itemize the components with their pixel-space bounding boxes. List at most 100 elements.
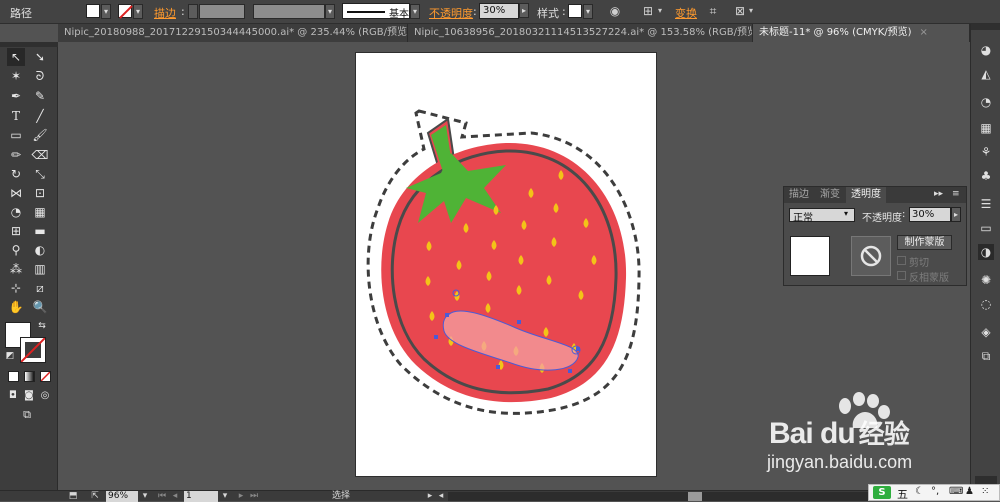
last-artboard-icon[interactable]: ⏭ bbox=[249, 491, 259, 502]
free-transform-tool-icon[interactable]: ⊡ bbox=[31, 184, 49, 202]
moon-icon[interactable]: ☾ bbox=[915, 486, 924, 497]
column-graph-tool-icon[interactable]: ▥ bbox=[31, 260, 49, 278]
blend-mode-select[interactable]: 正常 ▾ bbox=[789, 208, 855, 224]
swatches-panel-icon[interactable]: ▦ bbox=[978, 120, 994, 136]
artboard-dropdown-icon[interactable]: ▾ bbox=[220, 491, 230, 502]
next-artboard-icon[interactable]: ▸ bbox=[236, 491, 246, 502]
align-icon[interactable]: ⊞ bbox=[640, 4, 656, 19]
slice-tool-icon[interactable]: ⧄ bbox=[31, 279, 49, 297]
keyboard-icon[interactable]: ⌨ bbox=[949, 486, 963, 497]
opacity-dropdown-arrow[interactable]: ▸ bbox=[519, 3, 529, 18]
ime-mode-label[interactable]: 五 bbox=[897, 486, 908, 502]
mask-thumbnail[interactable] bbox=[851, 236, 891, 276]
appearance-panel-icon[interactable]: ◔ bbox=[978, 94, 994, 110]
symbol-sprayer-tool-icon[interactable]: ⁂ bbox=[7, 260, 25, 278]
mesh-tool-icon[interactable]: ⊞ bbox=[7, 222, 25, 240]
fill-swatch[interactable] bbox=[86, 4, 100, 18]
symbols-panel-icon[interactable]: ♣ bbox=[978, 168, 994, 184]
prev-artboard-icon[interactable]: ◂ bbox=[170, 491, 180, 502]
pen-tool-icon[interactable]: ✒ bbox=[7, 87, 25, 105]
recolor-artwork-icon[interactable]: ◉ bbox=[607, 4, 623, 19]
arrange-dropdown-icon[interactable]: ▾ bbox=[746, 4, 756, 19]
scrollbar-thumb[interactable] bbox=[688, 492, 702, 501]
tab-stroke[interactable]: 描边 bbox=[784, 187, 814, 203]
isolate-icon[interactable]: ⌗ bbox=[705, 4, 721, 19]
zoom-dropdown-icon[interactable]: ▾ bbox=[140, 491, 150, 502]
layers-panel-icon[interactable]: ◈ bbox=[978, 324, 994, 340]
artboard-number-field[interactable]: 1 bbox=[184, 491, 218, 502]
opacity-dropdown-arrow[interactable]: ▸ bbox=[951, 207, 961, 222]
opacity-label[interactable]: 不透明度 bbox=[429, 5, 473, 21]
artboards-panel-icon[interactable]: ⧉ bbox=[978, 348, 994, 364]
make-mask-button[interactable]: 制作蒙版 bbox=[897, 235, 952, 250]
zoom-field[interactable]: 96% bbox=[106, 491, 138, 502]
status-menu-icon[interactable]: ▸ bbox=[425, 491, 435, 502]
scale-tool-icon[interactable]: ⤡ bbox=[31, 165, 49, 183]
rotate-tool-icon[interactable]: ↻ bbox=[7, 165, 25, 183]
tab-gradient[interactable]: 渐变 bbox=[815, 187, 845, 203]
scroll-left-icon[interactable]: ◂ bbox=[436, 491, 446, 502]
artboard-nav-icon[interactable]: ⬒ bbox=[66, 491, 80, 502]
gradient-panel-icon[interactable]: ▭ bbox=[978, 220, 994, 236]
tab-document-2[interactable]: Nipic_10638956_20180321114513527224.ai* … bbox=[408, 24, 753, 42]
none-mode-icon[interactable] bbox=[40, 371, 51, 382]
tab-transparency[interactable]: 透明度 bbox=[846, 187, 886, 203]
strawberry-artwork[interactable] bbox=[356, 53, 656, 476]
default-colors-icon[interactable]: ◩ bbox=[4, 350, 16, 362]
stroke-dropdown-arrow[interactable]: ▾ bbox=[133, 4, 143, 19]
rectangle-tool-icon[interactable]: ▭ bbox=[7, 126, 25, 144]
transparency-panel-icon[interactable]: ◑ bbox=[978, 244, 994, 260]
brushes-panel-icon[interactable]: ⚘ bbox=[978, 144, 994, 160]
perspective-grid-tool-icon[interactable]: ▦ bbox=[31, 203, 49, 221]
opacity-input[interactable]: 30% bbox=[909, 207, 951, 222]
invert-mask-checkbox[interactable] bbox=[897, 271, 906, 280]
graphic-styles-icon[interactable]: ◌ bbox=[978, 296, 994, 312]
lasso-tool-icon[interactable]: ᘐ bbox=[31, 67, 49, 85]
stroke-weight-field[interactable] bbox=[199, 4, 245, 19]
draw-normal-icon[interactable]: ◘ bbox=[6, 389, 20, 403]
curvature-tool-icon[interactable]: ✎ bbox=[31, 87, 49, 105]
object-thumbnail[interactable] bbox=[790, 236, 830, 276]
line-segment-tool-icon[interactable]: ╱ bbox=[31, 107, 49, 125]
screen-mode-icon[interactable]: ⧉ bbox=[18, 408, 36, 422]
first-artboard-icon[interactable]: ⏮ bbox=[157, 491, 167, 502]
collapse-icon[interactable]: ▸▸ bbox=[934, 189, 943, 199]
stroke-label[interactable]: 描边 bbox=[154, 5, 176, 21]
clip-checkbox[interactable] bbox=[897, 256, 906, 265]
artboard-tool-icon[interactable]: ⊹ bbox=[7, 279, 25, 297]
export-icon[interactable]: ⇱ bbox=[88, 491, 102, 502]
direct-selection-tool-icon[interactable]: ➘ bbox=[31, 48, 49, 66]
blend-tool-icon[interactable]: ◐ bbox=[31, 241, 49, 259]
hand-tool-icon[interactable]: ✋ bbox=[7, 298, 25, 316]
close-icon[interactable]: × bbox=[920, 27, 928, 38]
selection-tool-icon[interactable]: ↖ bbox=[7, 48, 25, 66]
transform-label[interactable]: 变换 bbox=[675, 5, 697, 21]
pencil-tool-icon[interactable]: ✏ bbox=[7, 146, 25, 164]
brush-definition[interactable]: 基本 bbox=[342, 3, 410, 20]
stroke-swatch[interactable] bbox=[118, 4, 133, 19]
style-dropdown-arrow[interactable]: ▾ bbox=[583, 4, 593, 19]
panel-menu-icon[interactable]: ≡ bbox=[952, 189, 960, 199]
fill-dropdown-arrow[interactable]: ▾ bbox=[101, 4, 111, 19]
ime-logo-icon[interactable]: S bbox=[873, 486, 891, 499]
magic-wand-tool-icon[interactable]: ✶ bbox=[7, 67, 25, 85]
tab-document-1[interactable]: Nipic_20180988_20171229150344445000.ai* … bbox=[58, 24, 408, 42]
profile-dropdown-arrow[interactable]: ▾ bbox=[325, 4, 335, 19]
draw-behind-icon[interactable]: ◙ bbox=[22, 389, 36, 403]
paintbrush-tool-icon[interactable]: 🖌 bbox=[31, 126, 49, 144]
shape-builder-tool-icon[interactable]: ◔ bbox=[7, 203, 25, 221]
grid-icon[interactable]: ⁙ bbox=[981, 486, 989, 497]
color-mode-icon[interactable] bbox=[8, 371, 19, 382]
gradient-mode-icon[interactable] bbox=[24, 371, 35, 382]
tab-document-3[interactable]: 未标题-11* @ 96% (CMYK/预览) × bbox=[753, 24, 970, 42]
align-dropdown-icon[interactable]: ▾ bbox=[655, 4, 665, 19]
stroke-weight-stepper[interactable] bbox=[188, 4, 198, 19]
eraser-tool-icon[interactable]: ⌫ bbox=[31, 146, 49, 164]
eyedropper-tool-icon[interactable]: ⚲ bbox=[7, 241, 25, 259]
appearance-icon[interactable]: ✺ bbox=[978, 272, 994, 288]
stroke-color-swatch[interactable] bbox=[20, 337, 46, 363]
color-guide-icon[interactable]: ◭ bbox=[978, 66, 994, 82]
gradient-tool-icon[interactable]: ▬ bbox=[31, 222, 49, 240]
type-tool-icon[interactable]: T bbox=[7, 107, 25, 125]
graphic-style-swatch[interactable] bbox=[568, 4, 582, 18]
